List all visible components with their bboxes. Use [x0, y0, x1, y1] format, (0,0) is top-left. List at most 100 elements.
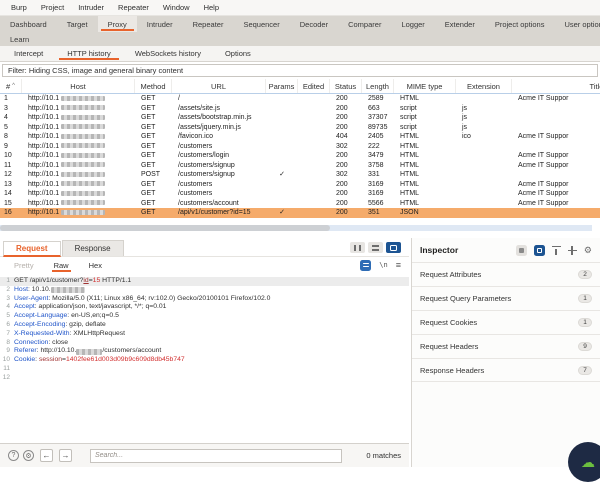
horizontal-scrollbar-thumb[interactable] [0, 225, 330, 231]
column-header-params[interactable]: Params [266, 79, 298, 93]
newline-icon[interactable]: \n [379, 261, 387, 269]
request-content[interactable]: 1 GET /api/v1/customer? id = 15 HTTP/1.1 2 Hos… [0, 275, 409, 443]
expand-all-icon[interactable] [567, 245, 577, 255]
subtab-intercept[interactable]: Intercept [2, 46, 55, 61]
filter-bar[interactable]: Filter: Hiding CSS, image and general bi… [2, 64, 598, 77]
column-header-method[interactable]: Method [135, 79, 172, 93]
table-row[interactable]: 12 http://10.1 POST/customers/signup ✓ 302 33… [0, 170, 600, 180]
column-header-title[interactable]: Title [512, 79, 600, 93]
table-row[interactable]: 16 http://10.1 GET/api/v1/customer?id=15 ✓ 2… [0, 208, 600, 218]
match-count: 0 matches [366, 451, 401, 460]
tab-dashboard[interactable]: Dashboard [0, 16, 57, 32]
table-row[interactable]: 10 http://10.1 GET/customers/login 200 3479 H… [0, 151, 600, 161]
table-row[interactable]: 5 http://10.1 GET/assets/jquery.min.js 200 8… [0, 123, 600, 133]
column-header-url[interactable]: URL [172, 79, 266, 93]
subtab-http-history[interactable]: HTTP history [55, 46, 123, 61]
cell-mime-type: HTML [400, 95, 420, 102]
column-header-mime-type[interactable]: MIME type [394, 79, 456, 93]
cell-mime-type: HTML [400, 180, 420, 188]
nonprintables-toggle-icon[interactable] [360, 259, 372, 271]
menu-burp[interactable]: Burp [4, 3, 34, 12]
view-tab-pretty[interactable]: Pretty [4, 257, 44, 273]
menu-project[interactable]: Project [34, 3, 71, 12]
tab-comparer[interactable]: Comparer [338, 16, 391, 32]
cell-length: 3169 [368, 180, 384, 188]
table-row[interactable]: 13 http://10.1 GET/customers 200 3169 HTML Acm… [0, 180, 600, 190]
help-icon[interactable]: ? [8, 450, 19, 461]
subtab-options[interactable]: Options [213, 46, 263, 61]
inspector-section-request-query-parameters[interactable]: Request Query Parameters 1 [412, 286, 600, 310]
search-input[interactable] [90, 448, 342, 463]
menu-repeater[interactable]: Repeater [111, 3, 156, 12]
cell-number: 12 [4, 171, 12, 178]
request-line: 10 Cookie: session = 1402fee61d003d09b9c609… [0, 356, 409, 365]
column-header-status[interactable]: Status [330, 79, 362, 93]
inspector-section-label: Request Attributes [420, 270, 482, 279]
attackbox-fab[interactable]: ☁ [568, 442, 600, 482]
inspector-settings-icon[interactable]: ⚙ [584, 245, 592, 255]
inspector-section-request-headers[interactable]: Request Headers 9 [412, 334, 600, 358]
cell-length: 331 [368, 171, 380, 178]
column-header-extension[interactable]: Extension [456, 79, 512, 93]
tab-target[interactable]: Target [57, 16, 98, 32]
code-segment: Host [14, 285, 28, 293]
menu-bar: Burp Project Intruder Repeater Window Help [0, 0, 600, 16]
cell-extension [456, 142, 512, 152]
table-row[interactable]: 1 http://10.1 GET / 200 2589 HTML Acme IT Suppo… [0, 94, 600, 104]
tab-intruder[interactable]: Intruder [137, 16, 183, 32]
inspector-section-response-headers[interactable]: Response Headers 7 [412, 358, 600, 382]
columns-glyph [354, 244, 361, 251]
table-row[interactable]: 3 http://10.1 GET/assets/site.js 200 663 scri… [0, 104, 600, 114]
menu-intruder[interactable]: Intruder [71, 3, 111, 12]
table-row[interactable]: 4 http://10.1 GET/assets/bootstrap.min.js 2… [0, 113, 600, 123]
search-settings-icon[interactable]: ⚙ [23, 450, 34, 461]
message-tab-request[interactable]: Request [3, 241, 61, 257]
tab-decoder[interactable]: Decoder [290, 16, 338, 32]
column-header-host[interactable]: Host [22, 79, 135, 93]
redacted-text [50, 287, 85, 293]
tab-extender[interactable]: Extender [435, 16, 485, 32]
cell-status: 200 [336, 95, 348, 102]
tab-project-options[interactable]: Project options [485, 16, 555, 32]
inspector-dock-right-icon[interactable] [533, 244, 545, 256]
cell-url: / [178, 95, 180, 102]
inspector-dock-left-icon[interactable] [515, 244, 527, 256]
tab-repeater[interactable]: Repeater [183, 16, 234, 32]
table-row[interactable]: 11 http://10.1 GET/customers/signup 200 3758… [0, 161, 600, 171]
column-header-edited[interactable]: Edited [298, 79, 330, 93]
column-header--[interactable]: # ^ [0, 79, 22, 93]
prev-match-button[interactable]: ← [40, 449, 53, 462]
table-row[interactable]: 9 http://10.1 GET/customers 302 222 HTML [0, 142, 600, 152]
cell-edited [298, 170, 330, 180]
code-segment: : en-US,en;q=0.5 [67, 312, 119, 320]
tab-sequencer[interactable]: Sequencer [233, 16, 289, 32]
message-tab-response[interactable]: Response [61, 240, 124, 256]
column-header-length[interactable]: Length [362, 79, 394, 93]
cell-url: /favicon.ico [178, 133, 214, 140]
layout-single-icon[interactable] [386, 242, 401, 253]
inspector-section-request-cookies[interactable]: Request Cookies 1 [412, 310, 600, 334]
subtab-websockets-history[interactable]: WebSockets history [123, 46, 213, 61]
layout-columns-icon[interactable] [350, 242, 365, 253]
editor-menu-icon[interactable]: ≡ [396, 260, 401, 270]
cell-edited [298, 189, 330, 199]
next-match-button[interactable]: → [59, 449, 72, 462]
redacted-host [61, 105, 106, 111]
inspector-section-request-attributes[interactable]: Request Attributes 2 [412, 262, 600, 286]
tab-proxy[interactable]: Proxy [97, 16, 137, 32]
tab-learn[interactable]: Learn [0, 32, 39, 46]
tab-logger[interactable]: Logger [391, 16, 434, 32]
view-tab-raw[interactable]: Raw [44, 257, 79, 273]
table-row[interactable]: 15 http://10.1 GET/customers/account 200 556… [0, 199, 600, 209]
table-row[interactable]: 14 http://10.1 GET/customers 200 3169 HTML Acm… [0, 189, 600, 199]
tab-user-options[interactable]: User options [554, 16, 600, 32]
horizontal-scrollbar[interactable] [0, 225, 592, 231]
table-row[interactable]: 8 http://10.1 GET/favicon.ico 404 2405 HTML ic… [0, 132, 600, 142]
layout-rows-icon[interactable] [368, 242, 383, 253]
menu-window[interactable]: Window [156, 3, 197, 12]
view-tab-hex[interactable]: Hex [79, 257, 112, 273]
cell-url: /customers [178, 142, 213, 150]
collapse-all-icon[interactable] [551, 245, 561, 255]
menu-help[interactable]: Help [197, 3, 226, 12]
cell-mime-type: HTML [400, 142, 420, 150]
